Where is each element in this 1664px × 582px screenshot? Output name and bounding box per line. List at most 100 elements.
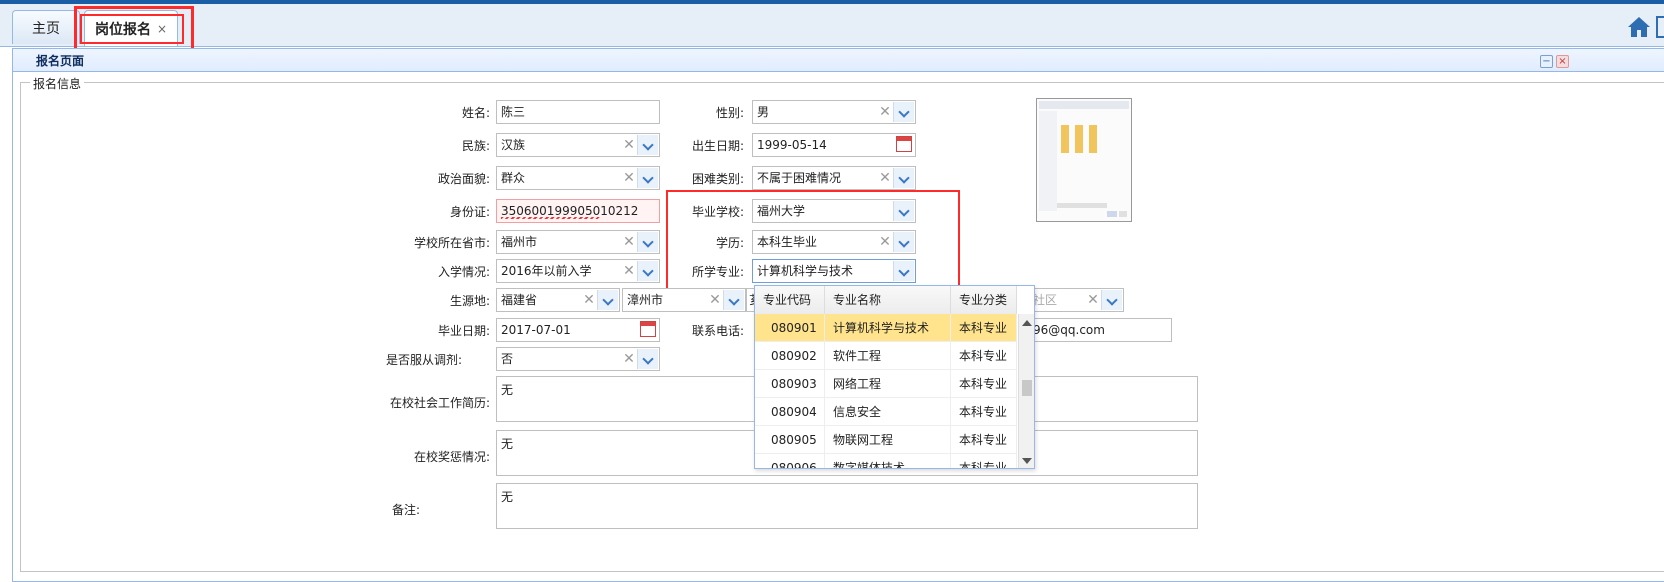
id-card-label: 身份证: bbox=[449, 205, 490, 219]
enrollment-label: 入学情况: bbox=[437, 265, 490, 279]
clear-icon[interactable]: ✕ bbox=[877, 167, 893, 189]
row-category: 本科专业 bbox=[951, 426, 1017, 453]
enrollment-select[interactable]: 2016年以前入学 ✕ bbox=[496, 259, 660, 283]
origin-community-select[interactable]: 社区 ✕ bbox=[1028, 288, 1124, 312]
clear-icon[interactable]: ✕ bbox=[621, 134, 637, 156]
name-value: 陈三 bbox=[501, 105, 526, 119]
chevron-down-icon[interactable] bbox=[1101, 290, 1122, 310]
scroll-down-icon[interactable] bbox=[1022, 458, 1032, 464]
chevron-down-icon[interactable] bbox=[893, 201, 914, 221]
name-input[interactable]: 陈三 bbox=[496, 100, 660, 124]
column-header-category[interactable]: 专业分类 bbox=[951, 286, 1017, 314]
column-header-code[interactable]: 专业代码 bbox=[755, 286, 825, 314]
chevron-down-icon[interactable] bbox=[637, 349, 658, 369]
social-work-value: 无 bbox=[501, 383, 514, 397]
origin-province-select[interactable]: 福建省 ✕ bbox=[496, 288, 620, 312]
clear-icon[interactable]: ✕ bbox=[707, 289, 723, 311]
row-code: 080901 bbox=[755, 314, 825, 341]
dropdown-row[interactable]: 080902 软件工程 本科专业 bbox=[755, 342, 1017, 370]
chevron-down-icon[interactable] bbox=[637, 168, 658, 188]
ethnicity-select[interactable]: 汉族 ✕ bbox=[496, 133, 660, 157]
school-select[interactable]: 福州大学 bbox=[752, 199, 916, 223]
remarks-label: 备注: bbox=[392, 503, 421, 517]
clear-icon[interactable]: ✕ bbox=[621, 348, 637, 370]
education-value: 本科生毕业 bbox=[757, 235, 818, 249]
tabs-bar bbox=[0, 4, 1664, 47]
calendar-icon[interactable] bbox=[896, 136, 912, 152]
close-panel-icon[interactable]: × bbox=[1556, 55, 1569, 68]
photo-thumbnail[interactable] bbox=[1036, 98, 1132, 222]
row-name: 软件工程 bbox=[825, 342, 951, 369]
obey-adjust-select[interactable]: 否 ✕ bbox=[496, 347, 660, 371]
tab-home-label: 主页 bbox=[32, 20, 60, 37]
chevron-down-icon[interactable] bbox=[597, 290, 618, 310]
major-dropdown-panel[interactable]: 专业代码 专业名称 专业分类 080901 计算机科学与技术 本科专业 0809… bbox=[754, 285, 1035, 469]
clear-icon[interactable]: ✕ bbox=[621, 167, 637, 189]
chevron-down-icon[interactable] bbox=[893, 168, 914, 188]
major-select[interactable]: 计算机科学与技术 bbox=[752, 259, 916, 283]
school-province-value: 福州市 bbox=[501, 235, 538, 249]
dropdown-row[interactable]: 080906 数字媒体技术 本科专业 bbox=[755, 454, 1017, 468]
clear-icon[interactable]: ✕ bbox=[621, 231, 637, 253]
chevron-down-icon[interactable] bbox=[893, 232, 914, 252]
dropdown-scrollbar[interactable] bbox=[1018, 314, 1034, 468]
row-code: 080905 bbox=[755, 426, 825, 453]
school-label: 毕业学校: bbox=[691, 205, 744, 219]
ethnicity-label: 民族: bbox=[461, 139, 490, 153]
chevron-down-icon[interactable] bbox=[893, 102, 914, 122]
ethnicity-value: 汉族 bbox=[501, 138, 526, 152]
origin-label: 生源地: bbox=[449, 294, 490, 308]
chevron-down-icon[interactable] bbox=[723, 290, 744, 310]
remarks-textarea[interactable]: 无 bbox=[496, 483, 1198, 529]
email-input[interactable]: 96@qq.com bbox=[1028, 318, 1172, 342]
id-card-input[interactable]: 350600199905010212 bbox=[496, 199, 660, 223]
clear-icon[interactable]: ✕ bbox=[1085, 289, 1101, 311]
obey-adjust-label: 是否服从调剂: bbox=[386, 353, 463, 367]
enrollment-value: 2016年以前入学 bbox=[501, 264, 592, 278]
scrollbar-thumb[interactable] bbox=[1022, 380, 1032, 396]
gender-value: 男 bbox=[757, 105, 770, 119]
difficulty-select[interactable]: 不属于困难情况 ✕ bbox=[752, 166, 916, 190]
tab-close-icon[interactable]: × bbox=[157, 22, 167, 36]
grad-date-value: 2017-07-01 bbox=[501, 323, 571, 337]
row-category: 本科专业 bbox=[951, 314, 1017, 341]
dropdown-row[interactable]: 080905 物联网工程 本科专业 bbox=[755, 426, 1017, 454]
window-icon[interactable] bbox=[1656, 16, 1664, 38]
birthdate-input[interactable]: 1999-05-14 bbox=[752, 133, 916, 157]
birthdate-label: 出生日期: bbox=[691, 139, 744, 153]
gender-select[interactable]: 男 ✕ bbox=[752, 100, 916, 124]
chevron-down-icon[interactable] bbox=[637, 232, 658, 252]
home-icon[interactable] bbox=[1626, 14, 1652, 40]
minimize-icon[interactable]: − bbox=[1540, 55, 1553, 68]
clear-icon[interactable]: ✕ bbox=[877, 101, 893, 123]
education-select[interactable]: 本科生毕业 ✕ bbox=[752, 230, 916, 254]
dropdown-row[interactable]: 080904 信息安全 本科专业 bbox=[755, 398, 1017, 426]
chevron-down-icon[interactable] bbox=[637, 135, 658, 155]
grad-date-input[interactable]: 2017-07-01 bbox=[496, 318, 660, 342]
dropdown-row[interactable]: 080903 网络工程 本科专业 bbox=[755, 370, 1017, 398]
obey-adjust-value: 否 bbox=[501, 352, 514, 366]
tab-home[interactable]: 主页 bbox=[12, 10, 80, 44]
political-select[interactable]: 群众 ✕ bbox=[496, 166, 660, 190]
clear-icon[interactable]: ✕ bbox=[581, 289, 597, 311]
chevron-down-icon[interactable] bbox=[637, 261, 658, 281]
political-value: 群众 bbox=[501, 171, 526, 185]
chevron-down-icon[interactable] bbox=[893, 261, 914, 281]
dropdown-row[interactable]: 080901 计算机科学与技术 本科专业 bbox=[755, 314, 1017, 342]
major-label: 所学专业: bbox=[691, 265, 744, 279]
photo-preview-image bbox=[1037, 99, 1131, 221]
school-province-select[interactable]: 福州市 ✕ bbox=[496, 230, 660, 254]
school-value: 福州大学 bbox=[757, 204, 806, 218]
tab-job-application[interactable]: 岗位报名 × bbox=[84, 10, 178, 46]
tab-job-application-label: 岗位报名 bbox=[94, 21, 151, 38]
difficulty-value: 不属于困难情况 bbox=[757, 171, 842, 185]
clear-icon[interactable]: ✕ bbox=[621, 260, 637, 282]
fieldset-legend: 报名信息 bbox=[30, 75, 85, 92]
calendar-icon[interactable] bbox=[640, 321, 656, 337]
origin-city-select[interactable]: 漳州市 ✕ bbox=[622, 288, 746, 312]
row-name: 计算机科学与技术 bbox=[825, 314, 951, 341]
column-header-name[interactable]: 专业名称 bbox=[825, 286, 951, 314]
clear-icon[interactable]: ✕ bbox=[877, 231, 893, 253]
scroll-up-icon[interactable] bbox=[1022, 320, 1032, 326]
row-code: 080904 bbox=[755, 398, 825, 425]
